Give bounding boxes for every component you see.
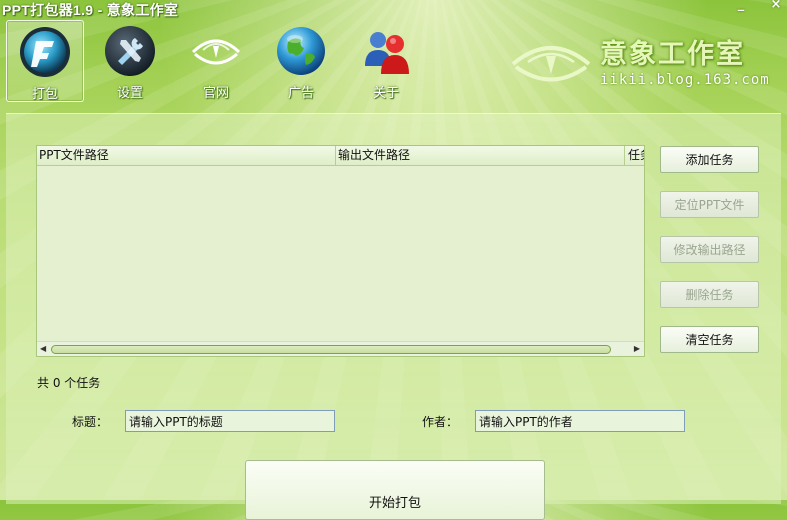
change-output-path-button[interactable]: 修改输出路径 xyxy=(660,236,759,263)
ppt-logo-icon xyxy=(20,27,70,77)
column-task[interactable]: 任务 xyxy=(626,146,644,165)
horizontal-scrollbar[interactable]: ◀ ▶ xyxy=(37,341,644,356)
delete-task-button[interactable]: 删除任务 xyxy=(660,281,759,308)
tab-settings-label: 设置 xyxy=(116,86,143,101)
users-icon xyxy=(365,32,409,74)
tab-ads-label: 广告 xyxy=(287,86,314,101)
main-toolbar: 打包 设置 官网 广告 关于 xyxy=(0,20,500,102)
clear-tasks-button[interactable]: 清空任务 xyxy=(660,326,759,353)
task-table[interactable]: PPT文件路径 输出文件路径 任务 ◀ ▶ xyxy=(36,145,645,357)
eye-logo-icon xyxy=(511,46,591,82)
tab-settings[interactable]: 设置 xyxy=(92,20,168,101)
title-input[interactable] xyxy=(125,410,335,432)
scroll-right-icon[interactable]: ▶ xyxy=(634,344,640,353)
tab-ads[interactable]: 广告 xyxy=(263,20,339,101)
tab-about[interactable]: 关于 xyxy=(348,20,424,101)
brand-url[interactable]: iikii.blog.163.com xyxy=(600,72,770,88)
tab-about-label: 关于 xyxy=(372,86,399,101)
table-header: PPT文件路径 输出文件路径 任务 xyxy=(37,146,644,166)
brand-logo: 意象工作室 iikii.blog.163.com xyxy=(510,28,780,98)
task-count: 共 0 个任务 xyxy=(37,376,101,390)
title-label: 标题： xyxy=(72,415,109,429)
minimize-button[interactable]: _ xyxy=(733,0,749,12)
scroll-left-icon[interactable]: ◀ xyxy=(40,344,46,353)
tab-pack[interactable]: 打包 xyxy=(6,20,84,102)
start-pack-label: 开始打包 xyxy=(368,496,421,511)
tab-website[interactable]: 官网 xyxy=(178,20,254,101)
column-output-path[interactable]: 输出文件路径 xyxy=(336,146,625,165)
tools-icon xyxy=(105,26,155,76)
title-bar: PPT打包器1.9 - 意象工作室 _ × xyxy=(0,0,787,18)
scrollbar-thumb[interactable] xyxy=(51,345,611,354)
tab-website-label: 官网 xyxy=(202,86,229,101)
globe-icon xyxy=(277,27,325,75)
brand-name: 意象工作室 xyxy=(600,39,745,70)
eye-logo-icon xyxy=(191,39,241,65)
author-input[interactable] xyxy=(475,410,685,432)
add-task-button[interactable]: 添加任务 xyxy=(660,146,759,173)
author-label: 作者： xyxy=(422,415,459,429)
app-title: PPT打包器1.9 - 意象工作室 xyxy=(2,2,179,18)
locate-ppt-button[interactable]: 定位PPT文件 xyxy=(660,191,759,218)
close-button[interactable]: × xyxy=(768,0,784,12)
tab-pack-label: 打包 xyxy=(31,87,58,102)
column-ppt-path[interactable]: PPT文件路径 xyxy=(37,146,336,165)
start-pack-button[interactable]: 开始打包 xyxy=(245,460,545,520)
